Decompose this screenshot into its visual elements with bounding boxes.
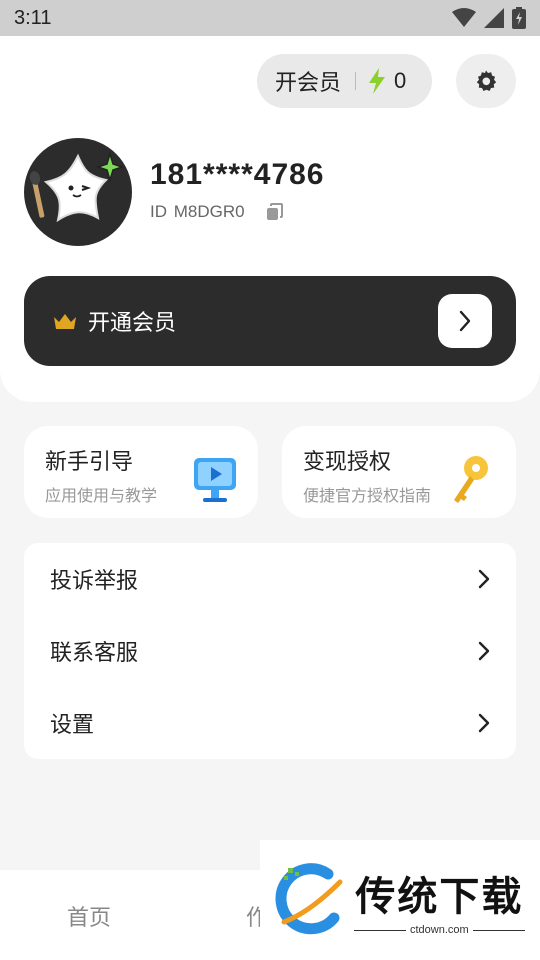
user-id-label: ID xyxy=(150,202,167,221)
status-time: 3:11 xyxy=(14,6,52,29)
battery-icon xyxy=(512,7,526,29)
lightning-icon xyxy=(369,68,386,94)
username: 181****4786 xyxy=(150,158,325,191)
watermark: 传统下载 ctdown.com xyxy=(260,840,540,960)
vip-arrow-button[interactable] xyxy=(438,294,492,348)
chevron-right-icon xyxy=(478,713,490,733)
star-mascot-icon xyxy=(29,151,125,223)
menu-item-report[interactable]: 投诉举报 xyxy=(24,543,516,615)
feature-card-guide[interactable]: 新手引导 应用使用与教学 xyxy=(24,426,258,518)
crown-icon xyxy=(54,314,76,329)
status-icons xyxy=(452,7,526,29)
monitor-play-icon xyxy=(194,458,236,502)
vip-banner-label: 开通会员 xyxy=(88,311,177,336)
menu-item-support[interactable]: 联系客服 xyxy=(24,615,516,687)
key-icon xyxy=(454,456,488,503)
wifi-icon xyxy=(452,8,476,27)
feature-card-monetize[interactable]: 变现授权 便捷官方授权指南 xyxy=(282,426,516,518)
chevron-right-icon xyxy=(478,569,490,589)
avatar[interactable] xyxy=(24,138,132,246)
watermark-logo-icon xyxy=(275,863,343,935)
copy-icon[interactable] xyxy=(265,202,285,222)
pill-divider xyxy=(355,72,357,90)
settings-button[interactable] xyxy=(456,54,516,108)
vip-energy-pill[interactable]: 开会员 0 xyxy=(257,54,432,108)
profile-card: 开会员 0 181****4786 ID M8DGR0 开通会员 xyxy=(0,36,540,402)
chevron-right-icon xyxy=(478,641,490,661)
menu-item-label: 投诉举报 xyxy=(50,569,139,594)
vip-pill-label: 开会员 xyxy=(275,71,342,96)
watermark-url: ctdown.com xyxy=(410,924,469,936)
energy-count: 0 xyxy=(394,68,407,93)
user-id-value: M8DGR0 xyxy=(173,202,245,221)
signal-icon xyxy=(484,8,504,28)
nav-item-home[interactable]: 首页 xyxy=(67,900,111,932)
watermark-line xyxy=(472,929,525,931)
watermark-line xyxy=(354,929,406,931)
menu-item-settings[interactable]: 设置 xyxy=(24,687,516,759)
gear-icon xyxy=(476,70,497,91)
menu-item-label: 设置 xyxy=(50,713,95,738)
menu-list: 投诉举报 联系客服 设置 xyxy=(24,543,516,759)
status-bar: 3:11 xyxy=(0,0,540,36)
menu-item-label: 联系客服 xyxy=(50,641,139,666)
user-id-row: ID M8DGR0 xyxy=(150,202,285,222)
chevron-right-icon xyxy=(459,310,471,332)
watermark-title: 传统下载 xyxy=(355,874,524,920)
vip-banner[interactable]: 开通会员 xyxy=(24,276,516,366)
